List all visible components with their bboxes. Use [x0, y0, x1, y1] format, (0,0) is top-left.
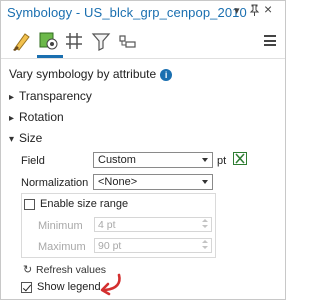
chevron-right-icon: ▸ [9, 113, 15, 124]
primary-symbology-icon[interactable] [11, 30, 33, 52]
unit-label: pt [217, 155, 227, 167]
heading-label: Vary symbology by attribute [9, 67, 157, 81]
active-tab-indicator [37, 55, 63, 58]
expression-icon [235, 153, 245, 164]
normalization-value: <None> [98, 176, 138, 188]
spinner-arrows-icon[interactable] [202, 240, 208, 251]
maximum-label: Maximum [38, 241, 86, 253]
size-label: Size [19, 131, 43, 145]
normalization-dropdown[interactable]: <None> [93, 174, 213, 190]
size-range-group: Enable size range Minimum 4 pt Maximum 9… [21, 193, 216, 258]
transparency-expander[interactable]: ▸ Transparency [9, 89, 92, 103]
pane-options-dropdown[interactable]: ▾ [234, 5, 240, 17]
maximum-value: 90 pt [98, 240, 122, 252]
refresh-label: Refresh values [36, 264, 107, 276]
size-expander[interactable]: ▾ Size [9, 131, 42, 145]
auto-hide-pin-icon[interactable] [249, 4, 260, 18]
refresh-values-button[interactable]: ↻ Refresh values [23, 263, 106, 276]
symbol-layers-icon[interactable] [117, 30, 139, 52]
rotation-expander[interactable]: ▸ Rotation [9, 110, 64, 124]
annotation-arrow-icon [100, 273, 121, 296]
transparency-label: Transparency [19, 89, 92, 103]
grid-icon[interactable] [63, 30, 85, 52]
section-heading: Vary symbology by attribute i [9, 67, 173, 81]
field-label: Field [21, 155, 45, 167]
minimum-spinner[interactable]: 4 pt [94, 217, 212, 232]
maximum-spinner[interactable]: 90 pt [94, 238, 212, 253]
close-pane-button[interactable]: × [264, 2, 272, 16]
minimum-label: Minimum [38, 220, 83, 232]
chevron-down-icon [202, 180, 208, 184]
refresh-icon: ↻ [23, 264, 33, 276]
symbology-toolbar [1, 25, 285, 59]
field-value: Custom [98, 154, 136, 166]
pane-title-bar: Symbology - US_blck_grp_cenpop_2010 ▾ × [1, 1, 285, 23]
rotation-label: Rotation [19, 110, 64, 124]
chevron-down-icon: ▾ [9, 134, 15, 145]
field-dropdown[interactable]: Custom [93, 152, 213, 168]
enable-size-range-checkbox[interactable] [24, 199, 35, 210]
spinner-arrows-icon[interactable] [202, 219, 208, 230]
hamburger-menu-icon[interactable] [264, 35, 276, 46]
symbology-pane: Symbology - US_blck_grp_cenpop_2010 ▾ × [0, 0, 286, 300]
normalization-label: Normalization [21, 177, 89, 189]
info-icon[interactable]: i [160, 69, 173, 81]
pane-title: Symbology - US_blck_grp_cenpop_2010 [7, 5, 247, 20]
filter-icon[interactable] [90, 30, 112, 52]
vary-by-attribute-icon[interactable] [37, 30, 59, 52]
show-legend-label: Show legend [37, 281, 101, 293]
chevron-down-icon [202, 158, 208, 162]
chevron-right-icon: ▸ [9, 92, 15, 103]
enable-size-range-label: Enable size range [40, 198, 129, 210]
expression-button[interactable] [233, 152, 247, 165]
minimum-value: 4 pt [98, 219, 116, 231]
show-legend-checkbox[interactable] [21, 282, 32, 293]
